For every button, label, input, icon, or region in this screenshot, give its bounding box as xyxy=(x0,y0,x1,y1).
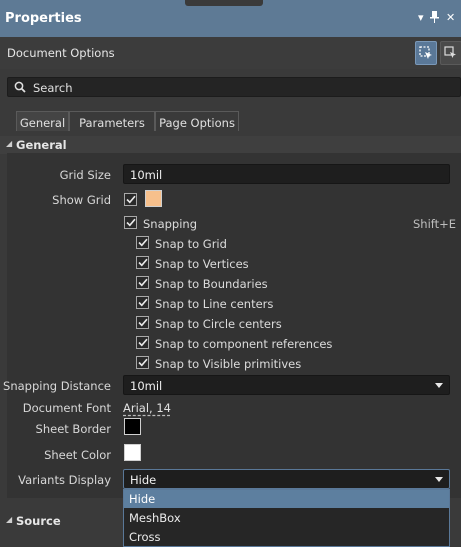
show-grid-checkbox[interactable] xyxy=(124,193,137,206)
checkmark-icon xyxy=(137,238,148,247)
snap-to-boundaries-label: Snap to Boundaries xyxy=(155,277,268,291)
snap-to-visible-primitives-label: Snap to Visible primitives xyxy=(155,357,302,371)
tab-general[interactable]: General xyxy=(16,111,69,131)
snap-to-visible-primitives-checkbox[interactable] xyxy=(136,356,149,369)
snap-to-circle-centers-label: Snap to Circle centers xyxy=(155,317,282,331)
sheet-border-label: Sheet Border xyxy=(35,422,111,436)
snapping-checkbox[interactable] xyxy=(124,216,137,229)
menu-icon[interactable]: ▾ xyxy=(418,11,424,25)
checkmark-icon xyxy=(137,298,148,307)
chevron-down-icon xyxy=(435,477,443,482)
grid-size-label: Grid Size xyxy=(59,168,111,182)
checkmark-icon xyxy=(137,318,148,327)
interactive-filter-button[interactable] xyxy=(440,41,461,65)
chevron-down-icon xyxy=(435,383,443,388)
grid-size-input[interactable]: 10mil xyxy=(123,164,450,184)
selection-filter-button[interactable] xyxy=(415,41,437,65)
snap-to-grid-label: Snap to Grid xyxy=(155,237,227,251)
checkmark-icon xyxy=(137,358,148,367)
show-grid-label: Show Grid xyxy=(52,193,111,207)
sheet-border-color-swatch[interactable] xyxy=(124,418,141,435)
snap-to-line-centers-label: Snap to Line centers xyxy=(155,297,274,311)
tab-page-options[interactable]: Page Options xyxy=(155,111,239,131)
panel-title: Properties xyxy=(5,11,82,26)
checkmark-icon xyxy=(137,278,148,287)
variants-display-select[interactable]: Hide xyxy=(123,469,450,489)
snap-to-vertices-checkbox[interactable] xyxy=(136,256,149,269)
sheet-color-label: Sheet Color xyxy=(44,448,111,462)
search-placeholder: Search xyxy=(33,81,73,95)
pin-icon[interactable] xyxy=(430,11,439,27)
snapping-distance-label: Snapping Distance xyxy=(3,379,111,393)
menu-item-meshbox[interactable]: MeshBox xyxy=(124,509,449,527)
grid-color-swatch[interactable] xyxy=(145,190,162,207)
variants-display-label: Variants Display xyxy=(18,473,111,487)
search-input[interactable]: Search xyxy=(7,77,461,97)
snap-to-line-centers-checkbox[interactable] xyxy=(136,296,149,309)
snapping-shortcut: Shift+E xyxy=(413,217,457,231)
variants-display-dropdown-menu: Hide MeshBox Cross xyxy=(123,489,450,547)
document-font-link[interactable]: Arial, 14 xyxy=(123,401,171,415)
snapping-distance-select[interactable]: 10mil xyxy=(123,375,450,395)
snap-to-component-references-label: Snap to component references xyxy=(155,337,333,351)
general-section-header[interactable]: ◢ General xyxy=(0,136,461,154)
menu-item-hide[interactable]: Hide xyxy=(124,490,449,508)
snap-to-boundaries-checkbox[interactable] xyxy=(136,276,149,289)
document-font-label: Document Font xyxy=(22,401,111,415)
checkmark-icon xyxy=(137,258,148,267)
sheet-color-swatch[interactable] xyxy=(124,444,141,461)
panel-title-bar: Properties ▾ ✕ xyxy=(0,0,461,37)
document-options-label: Document Options xyxy=(7,46,115,60)
cursor-filter-icon xyxy=(444,46,456,58)
snap-to-grid-checkbox[interactable] xyxy=(136,236,149,249)
source-section-label: Source xyxy=(16,514,61,528)
select-filter-icon xyxy=(419,46,432,59)
menu-item-cross[interactable]: Cross xyxy=(124,528,449,546)
close-icon[interactable]: ✕ xyxy=(446,11,455,25)
collapse-triangle-icon: ◢ xyxy=(6,139,13,148)
source-section-header[interactable]: ◢ Source xyxy=(0,512,123,530)
tab-parameters[interactable]: Parameters xyxy=(69,111,155,131)
grid-size-value: 10mil xyxy=(130,168,163,182)
snapping-distance-value: 10mil xyxy=(130,379,163,393)
snap-to-vertices-label: Snap to Vertices xyxy=(155,257,249,271)
collapse-triangle-icon: ◢ xyxy=(6,515,13,524)
checkmark-icon xyxy=(125,195,136,204)
search-icon xyxy=(14,81,26,96)
snap-to-circle-centers-checkbox[interactable] xyxy=(136,316,149,329)
checkmark-icon xyxy=(137,338,148,347)
document-options-bar: Document Options xyxy=(0,37,461,69)
tab-stub xyxy=(185,0,263,6)
snap-to-component-references-checkbox[interactable] xyxy=(136,336,149,349)
checkmark-icon xyxy=(125,218,136,227)
variants-display-value: Hide xyxy=(130,473,157,487)
general-section-label: General xyxy=(16,138,67,152)
snapping-label: Snapping xyxy=(143,217,198,231)
